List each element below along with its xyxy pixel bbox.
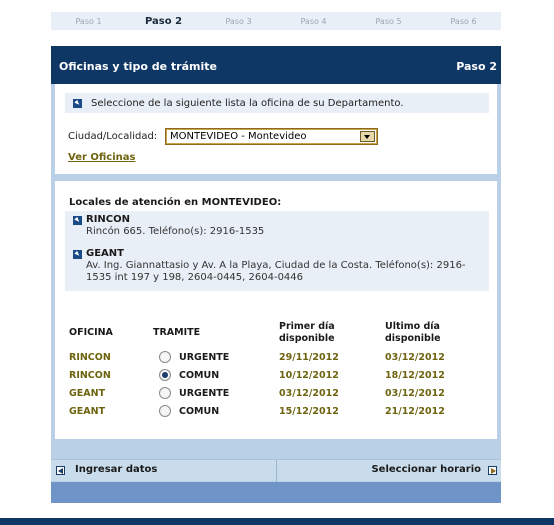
tramite-radio[interactable] [159, 351, 171, 363]
step-1: Paso 1 [75, 16, 102, 26]
city-label: Ciudad/Localidad: [68, 131, 158, 142]
table-row: RINCON URGENTE 29/11/2012 03/12/2012 [55, 349, 497, 367]
step-6: Paso 6 [450, 16, 477, 26]
row-tramite: COMUN [179, 370, 220, 381]
locale-name: RINCON [86, 214, 130, 225]
ver-oficinas-link[interactable]: Ver Oficinas [68, 152, 135, 163]
row-ultimo-dia: 18/12/2012 [385, 370, 445, 381]
steps-bar: Paso 1 Paso 2 Paso 3 Paso 4 Paso 5 Paso … [51, 12, 501, 30]
step-2: Paso 2 [144, 15, 183, 27]
row-office: GEANT [69, 388, 106, 399]
tramite-radio[interactable] [159, 387, 171, 399]
city-select-value: MONTEVIDEO - Montevideo [170, 131, 307, 142]
row-tramite: URGENTE [179, 388, 230, 399]
arrow-right-icon[interactable] [488, 466, 497, 475]
row-primer-dia: 03/12/2012 [279, 388, 339, 399]
row-tramite: COMUN [179, 406, 220, 417]
row-office: RINCON [69, 370, 111, 381]
panel-bottom-bar [51, 482, 501, 503]
row-primer-dia: 10/12/2012 [279, 370, 339, 381]
seleccionar-horario-button[interactable]: Seleccionar horario [371, 464, 481, 475]
locale-name: GEANT [86, 248, 124, 259]
arrow-left-icon[interactable] [56, 466, 65, 475]
tramite-radio[interactable] [159, 405, 171, 417]
row-primer-dia: 29/11/2012 [279, 352, 339, 363]
panel-step-label: Paso 2 [456, 60, 497, 73]
locale-address: Rincón 665. Teléfono(s): 2916-1535 [86, 226, 265, 237]
row-office: RINCON [69, 352, 111, 363]
footer-divider [276, 460, 277, 482]
table-row: RINCON COMUN 10/12/2012 18/12/2012 [55, 367, 497, 385]
ingresar-datos-button[interactable]: Ingresar datos [75, 464, 157, 475]
page-bottom-bar [0, 518, 554, 525]
locales-list: RINCON Rincón 665. Teléfono(s): 2916-153… [65, 211, 489, 291]
table-row: GEANT COMUN 15/12/2012 21/12/2012 [55, 403, 497, 421]
arrow-icon [73, 216, 82, 225]
tramite-radio-selected[interactable] [159, 369, 171, 381]
main-panel: Oficinas y tipo de trámite Paso 2 Selecc… [51, 46, 501, 503]
row-office: GEANT [69, 406, 106, 417]
arrow-icon [73, 250, 82, 259]
locale-address: Av. Ing. Giannattasio y Av. A la Playa, … [86, 260, 466, 283]
locales-title: Locales de atención en MONTEVIDEO: [69, 197, 282, 208]
header-primer-dia: Primer día disponible [279, 321, 335, 344]
instruction-strip: Seleccione de la siguiente lista la ofic… [65, 93, 489, 113]
header-tramite: TRAMITE [153, 327, 201, 338]
row-tramite: URGENTE [179, 352, 230, 363]
panel-title: Oficinas y tipo de trámite [59, 60, 217, 73]
locales-section: Locales de atención en MONTEVIDEO: RINCO… [55, 181, 497, 439]
office-select-section: Seleccione de la siguiente lista la ofic… [55, 84, 497, 174]
step-5: Paso 5 [375, 16, 402, 26]
instruction-text: Seleccione de la siguiente lista la ofic… [91, 98, 404, 109]
row-ultimo-dia: 03/12/2012 [385, 352, 445, 363]
panel-header: Oficinas y tipo de trámite Paso 2 [51, 46, 501, 84]
footer-nav: Ingresar datos Seleccionar horario [51, 459, 501, 482]
row-ultimo-dia: 21/12/2012 [385, 406, 445, 417]
arrow-icon [73, 99, 82, 108]
header-oficina: OFICINA [69, 327, 113, 338]
city-select[interactable]: MONTEVIDEO - Montevideo [165, 128, 378, 145]
header-ultimo-dia: Ultimo día disponible [385, 321, 441, 344]
step-4: Paso 4 [300, 16, 327, 26]
table-row: GEANT URGENTE 03/12/2012 03/12/2012 [55, 385, 497, 403]
row-primer-dia: 15/12/2012 [279, 406, 339, 417]
chevron-down-icon[interactable] [360, 131, 375, 142]
row-ultimo-dia: 03/12/2012 [385, 388, 445, 399]
step-3: Paso 3 [225, 16, 252, 26]
